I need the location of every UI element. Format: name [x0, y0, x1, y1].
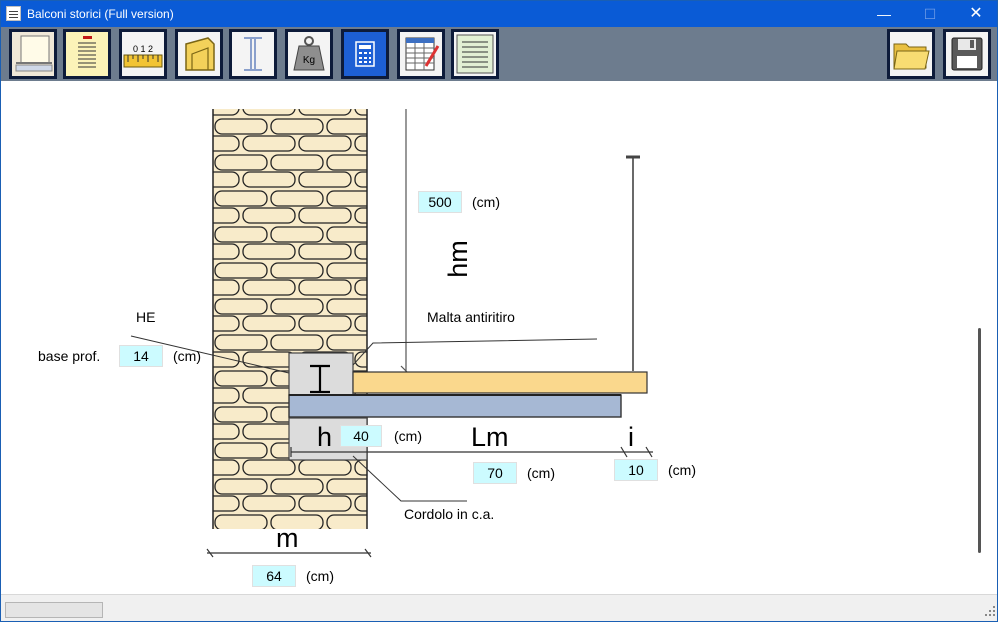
cordolo-leader-line: [352, 455, 467, 502]
title-bar: Balconi storici (Full version) — ☐ ✕: [1, 1, 997, 27]
notes-list-icon: [456, 34, 494, 74]
maximize-button[interactable]: ☐: [907, 1, 953, 27]
base-prof-input[interactable]: 14: [119, 345, 163, 367]
hm-unit: (cm): [472, 194, 500, 210]
i-input[interactable]: 10: [614, 459, 658, 481]
cordolo-label: Cordolo in c.a.: [404, 506, 495, 522]
lm-label: Lm: [471, 422, 509, 452]
progress-bar: [5, 602, 103, 618]
vertical-scrollbar[interactable]: [971, 81, 997, 594]
toolbar-button-data[interactable]: [63, 29, 111, 79]
toolbar-button-dimensions[interactable]: 0 1 2: [119, 29, 167, 79]
toolbar-button-materials[interactable]: [175, 29, 223, 79]
report-list-icon: [66, 32, 108, 76]
ruler-scale-text: 0 1 2: [133, 44, 153, 54]
toolbar-button-geometry[interactable]: [9, 29, 57, 79]
i-label: i: [628, 422, 634, 452]
malta-label: Malta antiritiro: [427, 309, 515, 325]
he-label: HE: [136, 309, 156, 325]
open-file-button[interactable]: [887, 29, 935, 79]
app-window: Balconi storici (Full version) — ☐ ✕ 0 1…: [0, 0, 998, 622]
save-disk-icon: [951, 37, 983, 71]
status-bar: [1, 594, 997, 621]
balcony-slab: [352, 371, 648, 394]
weight-kg-icon: Kg: [293, 36, 325, 71]
h-label: h: [317, 422, 333, 452]
drawing-area: hm 500 (cm) HE Malta antiritiro base pro…: [1, 81, 971, 594]
ruler-icon: 0 1 2: [123, 44, 163, 68]
h-unit: (cm): [394, 428, 422, 444]
hm-input[interactable]: 500: [418, 191, 462, 213]
masonry-wall: [213, 109, 367, 529]
base-prof-unit: (cm): [173, 348, 201, 364]
vertical-scrollbar-thumb[interactable]: [978, 328, 981, 553]
toolbar-button-results[interactable]: [397, 29, 445, 79]
lm-input[interactable]: 70: [473, 462, 517, 484]
toolbar-button-profile[interactable]: [229, 29, 277, 79]
hm-label: hm: [443, 240, 473, 278]
toolbar-button-calculate[interactable]: [341, 29, 389, 79]
toolbar-button-report[interactable]: [451, 29, 499, 79]
toolbar-button-loads[interactable]: Kg: [285, 29, 333, 79]
weight-unit-text: Kg: [303, 55, 315, 66]
i-beam-icon: [244, 37, 262, 71]
minimize-button[interactable]: —: [861, 1, 907, 27]
m-input[interactable]: 64: [252, 565, 296, 587]
m-label: m: [276, 523, 299, 553]
base-prof-label: base prof.: [38, 348, 101, 364]
wall-section-icon: [12, 32, 54, 76]
malta-leader-line: [352, 338, 598, 366]
m-unit: (cm): [306, 568, 334, 584]
open-folder-icon: [893, 43, 930, 70]
save-file-button[interactable]: [943, 29, 991, 79]
close-button[interactable]: ✕: [953, 1, 998, 27]
h-input[interactable]: 40: [340, 425, 382, 447]
spreadsheet-edit-icon: [405, 37, 440, 71]
app-icon: [6, 6, 21, 21]
lm-unit: (cm): [527, 465, 555, 481]
toolbar: 0 1 2 Kg: [1, 27, 997, 81]
folder-shape-icon: [185, 37, 215, 71]
window-title: Balconi storici (Full version): [27, 7, 174, 21]
cantilever-beam: [288, 394, 622, 418]
resize-grip-icon[interactable]: [985, 606, 995, 616]
i-unit: (cm): [668, 462, 696, 478]
calculator-icon: [344, 32, 386, 76]
